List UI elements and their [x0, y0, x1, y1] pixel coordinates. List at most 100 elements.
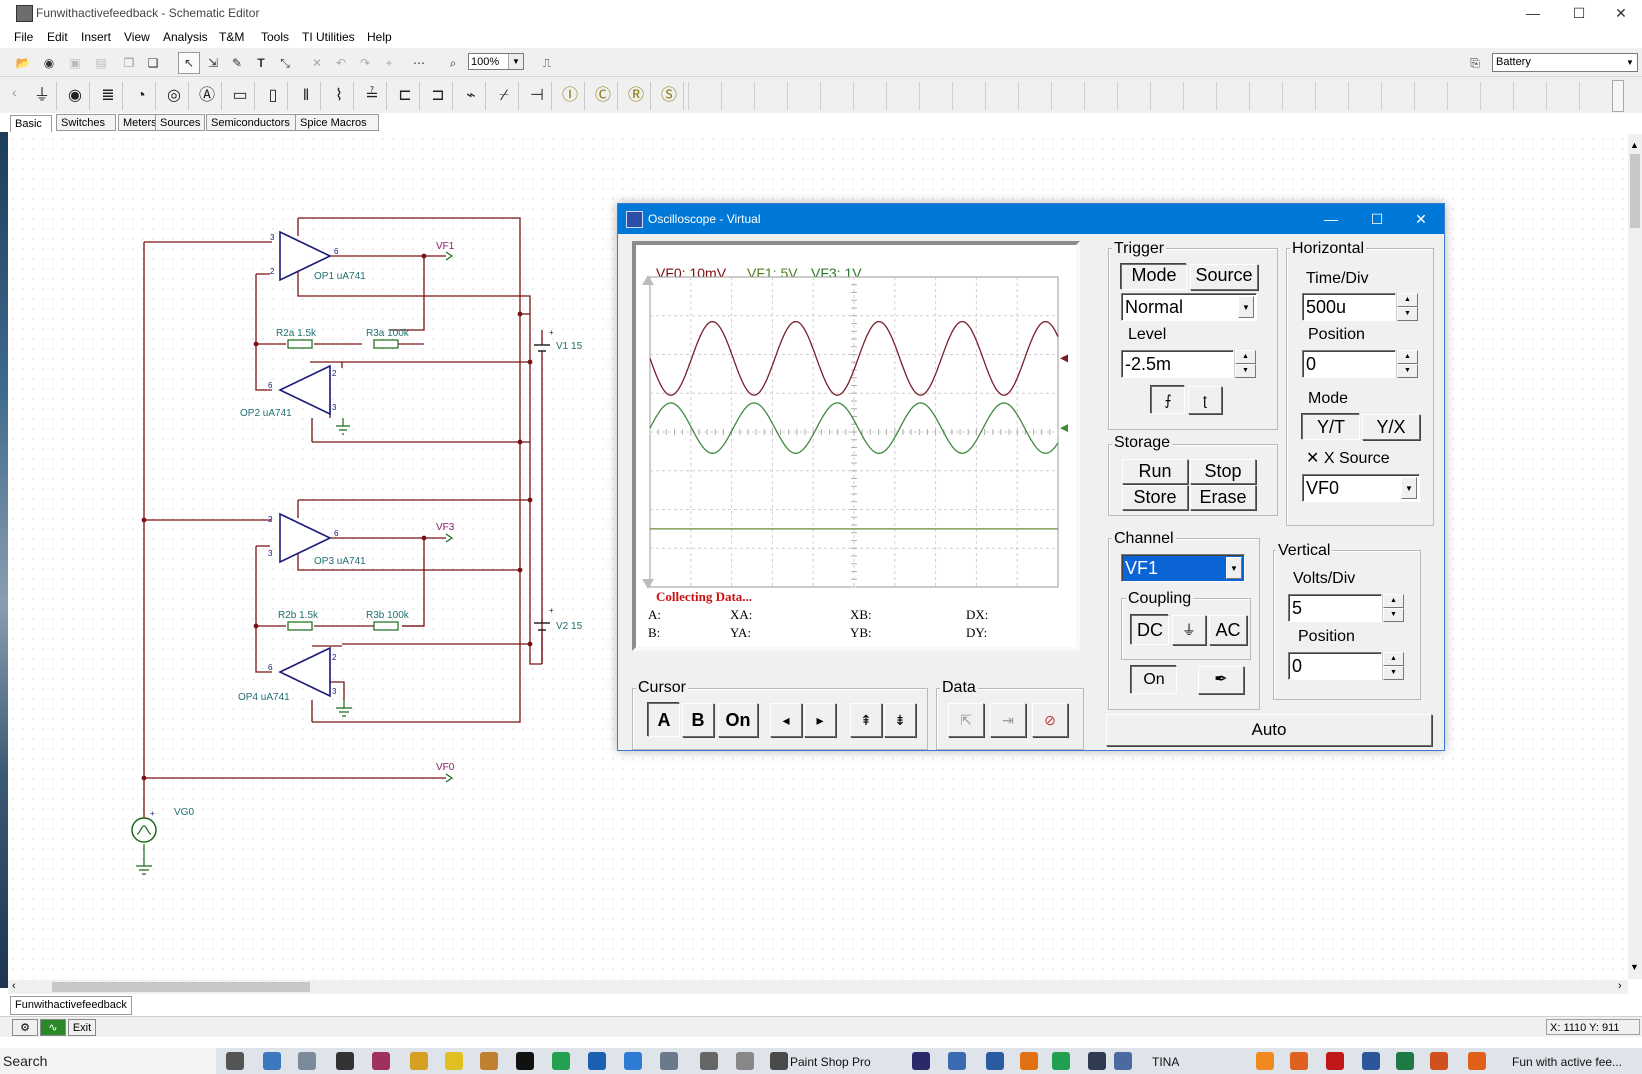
- palette-empty-slot[interactable]: [1183, 82, 1215, 110]
- save-icon[interactable]: ▣: [64, 52, 86, 74]
- storage-run-button[interactable]: Run: [1122, 459, 1188, 484]
- vertical-scroll-thumb[interactable]: [1630, 154, 1640, 228]
- scroll-left-icon[interactable]: ‹: [12, 980, 16, 992]
- vertical-scrollbar[interactable]: [1628, 134, 1642, 979]
- scope-toggle-icon[interactable]: ∿: [40, 1019, 66, 1036]
- inductor-icon[interactable]: ▯: [259, 82, 288, 110]
- scroll-right-icon[interactable]: ›: [1618, 980, 1622, 992]
- add-icon[interactable]: +: [378, 52, 400, 74]
- palette-empty-slot[interactable]: [985, 82, 1017, 110]
- falling-edge-icon[interactable]: ʈ: [1188, 386, 1222, 414]
- variable-capacitor-icon[interactable]: ⌿: [490, 82, 519, 110]
- rising-edge-icon[interactable]: ⨍: [1151, 386, 1185, 414]
- store-icon[interactable]: [372, 1052, 390, 1070]
- palette-empty-slot[interactable]: [1018, 82, 1050, 110]
- osc-maximize-button[interactable]: ☐: [1354, 204, 1400, 234]
- open-icon[interactable]: ▤: [90, 52, 112, 74]
- transformer-right-icon[interactable]: ⊐: [424, 82, 453, 110]
- mode-yx-button[interactable]: Y/X: [1362, 414, 1420, 440]
- storage-stop-button[interactable]: Stop: [1190, 459, 1256, 484]
- firefox-icon[interactable]: [1468, 1052, 1486, 1070]
- palette-empty-slot[interactable]: [721, 82, 753, 110]
- text-tool-icon[interactable]: ⤡: [274, 52, 296, 74]
- task-fun-with-active-feedback[interactable]: Fun with active fee...: [1512, 1055, 1622, 1069]
- menu-analysis[interactable]: Analysis: [163, 30, 208, 44]
- edge-icon[interactable]: [552, 1052, 570, 1070]
- volts-div-field[interactable]: 5: [1288, 594, 1382, 622]
- switch-icon[interactable]: ⌁: [457, 82, 486, 110]
- menu-edit[interactable]: Edit: [47, 30, 68, 44]
- voltmeter-icon[interactable]: ◉: [61, 82, 90, 110]
- storage-erase-button[interactable]: Erase: [1190, 485, 1256, 510]
- sticky-icon[interactable]: [445, 1052, 463, 1070]
- h-position-spinner[interactable]: ▲ ▼: [1396, 350, 1418, 378]
- data-clear-icon[interactable]: ⊘: [1032, 703, 1068, 737]
- palette-empty-slot[interactable]: [1348, 82, 1380, 110]
- tool-icon[interactable]: [480, 1052, 498, 1070]
- photos-icon[interactable]: [298, 1052, 316, 1070]
- terminal-icon[interactable]: ⊣: [523, 82, 552, 110]
- palette-empty-slot[interactable]: [688, 82, 720, 110]
- channel-select-combo[interactable]: VF1 ▼: [1121, 554, 1245, 582]
- capacitor-icon[interactable]: ‖: [292, 82, 321, 110]
- time-div-field[interactable]: 500u: [1302, 293, 1396, 321]
- notes-icon[interactable]: [624, 1052, 642, 1070]
- tab-spice-macros[interactable]: Spice Macros: [295, 114, 379, 131]
- palette-empty-slot[interactable]: [1447, 82, 1479, 110]
- app-icon[interactable]: [516, 1052, 534, 1070]
- chevron-down-icon[interactable]: ▼: [1226, 557, 1242, 579]
- palette-empty-slot[interactable]: [919, 82, 951, 110]
- menu-view[interactable]: View: [124, 30, 150, 44]
- tab-sources[interactable]: Sources: [155, 114, 205, 131]
- menu-help[interactable]: Help: [367, 30, 392, 44]
- component-pick-icon[interactable]: ⎘: [1464, 52, 1486, 74]
- palette-empty-slot[interactable]: [1579, 82, 1611, 110]
- copy-icon[interactable]: ❐: [118, 52, 140, 74]
- trigger-mode-combo[interactable]: Normal ▼: [1121, 293, 1257, 321]
- palette-empty-slot[interactable]: [1282, 82, 1314, 110]
- palette-empty-slot[interactable]: [1513, 82, 1545, 110]
- auto-button[interactable]: Auto: [1106, 714, 1432, 746]
- menu-insert[interactable]: Insert: [81, 30, 111, 44]
- select-arrow-icon[interactable]: ↖: [178, 52, 200, 74]
- game-icon[interactable]: [1088, 1052, 1106, 1070]
- exit-button[interactable]: Exit: [68, 1019, 96, 1036]
- trigger-source-button[interactable]: Source: [1190, 264, 1258, 290]
- palette-empty-slot[interactable]: [1216, 82, 1248, 110]
- palette-empty-slot[interactable]: [853, 82, 885, 110]
- office-icon[interactable]: [1290, 1052, 1308, 1070]
- word-icon[interactable]: [1362, 1052, 1380, 1070]
- is-icon[interactable]: Ⓢ: [655, 82, 684, 110]
- jumper-icon[interactable]: Ⓘ: [556, 82, 585, 110]
- data-open-icon[interactable]: ⇱: [948, 703, 984, 737]
- task-paint-shop-pro[interactable]: Paint Shop Pro: [790, 1055, 871, 1069]
- outlook-icon[interactable]: [588, 1052, 606, 1070]
- trigger-mode-button[interactable]: Mode: [1121, 264, 1187, 290]
- menu-tm[interactable]: T&M: [219, 30, 244, 44]
- excel-icon[interactable]: [1396, 1052, 1414, 1070]
- horizontal-scroll-thumb[interactable]: [52, 982, 310, 992]
- hash-icon[interactable]: [1256, 1052, 1274, 1070]
- ammeter-icon[interactable]: Ⓐ: [193, 82, 222, 110]
- web-globe-icon[interactable]: ◉: [38, 52, 60, 74]
- scope-screen[interactable]: VF0: 10mV VF1: 5V VF3: 1V Collecting Dat…: [632, 241, 1080, 651]
- minimize-button[interactable]: —: [1510, 0, 1556, 27]
- rs-icon[interactable]: Ⓡ: [622, 82, 651, 110]
- menu-tools[interactable]: Tools: [261, 30, 289, 44]
- osc-close-button[interactable]: ✕: [1398, 204, 1444, 234]
- palette-empty-slot[interactable]: [952, 82, 984, 110]
- chevron-down-icon[interactable]: ▼: [508, 54, 523, 69]
- terminal-icon[interactable]: [336, 1052, 354, 1070]
- brave-icon[interactable]: [1430, 1052, 1448, 1070]
- palette-empty-slot[interactable]: [1051, 82, 1083, 110]
- v-position-field[interactable]: 0: [1288, 652, 1382, 680]
- ic-icon[interactable]: Ⓒ: [589, 82, 618, 110]
- tab-switches[interactable]: Switches: [56, 114, 116, 131]
- oscilloscope-title-bar[interactable]: Oscilloscope - Virtual — ☐ ✕: [618, 204, 1444, 234]
- potentiometer-icon[interactable]: ≟: [358, 82, 387, 110]
- palette-empty-slot[interactable]: [1414, 82, 1446, 110]
- cursor-right-icon[interactable]: ▸: [804, 703, 836, 737]
- scroll-up-icon[interactable]: ▲: [1630, 140, 1639, 150]
- globe-icon[interactable]: [948, 1052, 966, 1070]
- task-view-icon[interactable]: [226, 1052, 244, 1070]
